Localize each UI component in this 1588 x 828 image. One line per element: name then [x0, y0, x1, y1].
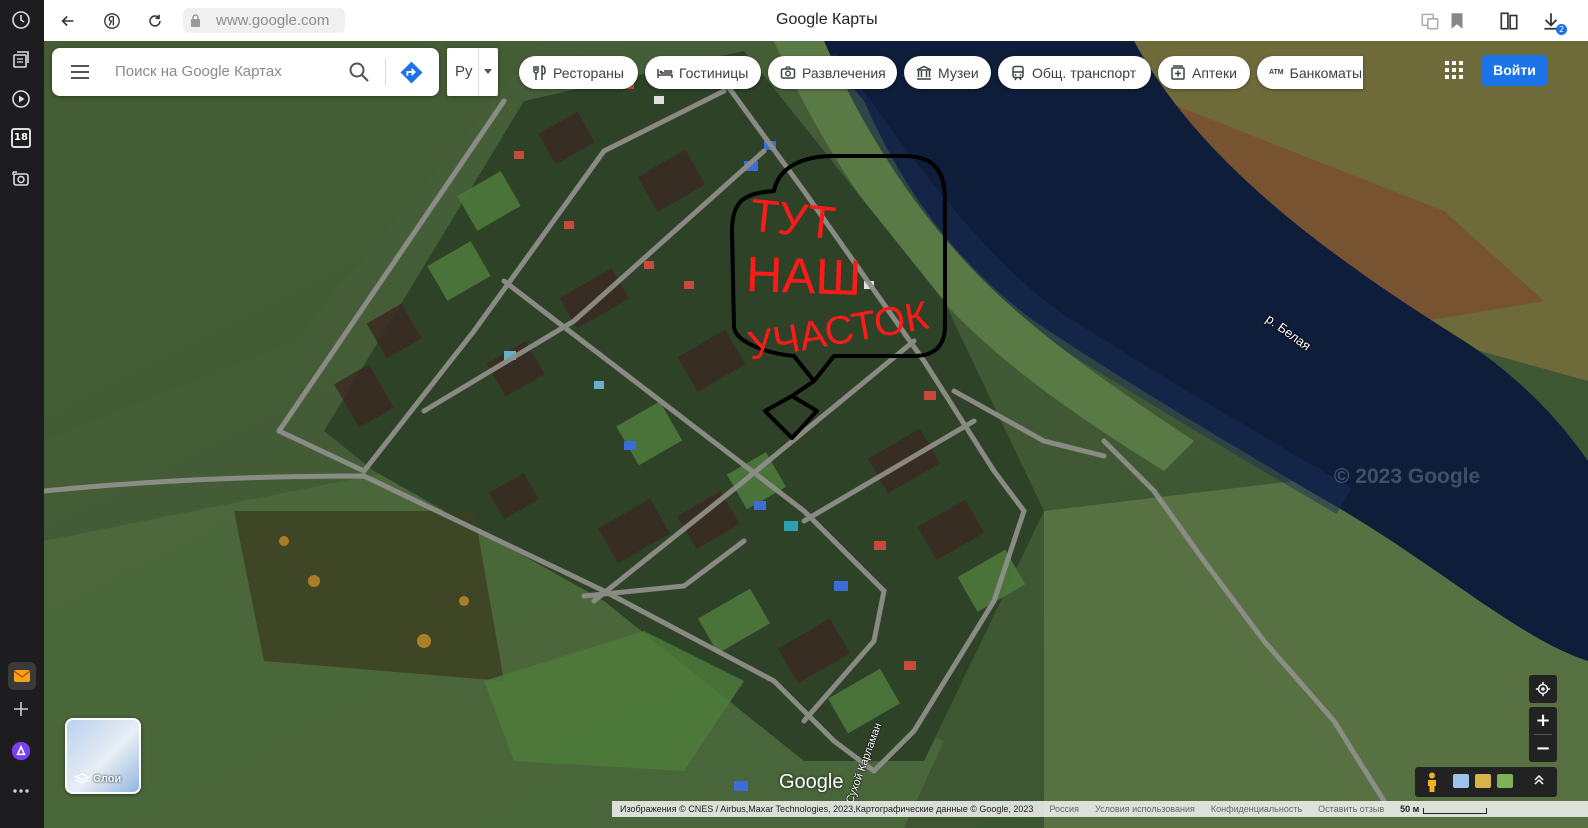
- chip-pharmacies[interactable]: Аптеки: [1158, 56, 1250, 89]
- search-icon[interactable]: [348, 61, 370, 83]
- map-footer: Изображения © CNES / Airbus,Maxar Techno…: [612, 801, 1588, 817]
- search-divider: [385, 58, 386, 86]
- chip-entertainment[interactable]: Развлечения: [768, 56, 897, 89]
- browser-sidebar: 18: [0, 0, 44, 828]
- pegman-icon[interactable]: [1425, 772, 1439, 792]
- collections-icon[interactable]: [1498, 10, 1520, 32]
- annotation-line-1: ТУТ: [748, 189, 838, 250]
- museum-icon: [916, 65, 932, 81]
- video-icon[interactable]: [9, 87, 33, 111]
- atm-icon: ATM: [1269, 69, 1284, 76]
- camera-icon: [780, 65, 796, 81]
- search-input[interactable]: Поиск на Google Картах: [115, 63, 282, 80]
- map-canvas[interactable]: ТУТ НАШ УЧАСТОК р. Белая Сухой Карламан …: [44, 41, 1588, 828]
- language-label: Ру: [455, 63, 473, 80]
- transit-icon: [1010, 65, 1026, 81]
- chip-hotels[interactable]: Гостиницы: [645, 56, 761, 89]
- scale-label[interactable]: 50 м: [1400, 804, 1419, 814]
- layers-button[interactable]: Слои: [65, 718, 141, 794]
- restaurant-icon: [531, 64, 547, 81]
- menu-icon[interactable]: [70, 64, 90, 80]
- chip-museums[interactable]: Музеи: [904, 56, 991, 89]
- alice-icon[interactable]: [9, 739, 33, 763]
- scale-bar: [1423, 807, 1488, 814]
- terms-link[interactable]: Условия использования: [1095, 804, 1195, 814]
- street-view-panel: [1415, 767, 1557, 797]
- chip-label: Рестораны: [553, 64, 624, 81]
- add-icon[interactable]: [9, 697, 33, 721]
- chip-label: Общ. транспорт: [1032, 64, 1137, 81]
- chip-label: Музеи: [938, 64, 979, 81]
- my-location-icon: [1535, 681, 1551, 697]
- chip-label: Гостиницы: [679, 64, 749, 81]
- search-box: Поиск на Google Картах: [52, 48, 439, 96]
- history-icon[interactable]: [9, 8, 33, 32]
- lock-icon: [191, 14, 200, 27]
- chip-transit[interactable]: Общ. транспорт: [998, 56, 1151, 89]
- hotel-icon: [657, 65, 673, 81]
- url-text: www.google.com: [216, 12, 330, 29]
- imagery-watermark: © 2023 Google: [1334, 465, 1481, 488]
- chevron-down-icon: [484, 69, 492, 74]
- feedback-link[interactable]: Оставить отзыв: [1318, 804, 1384, 814]
- thumbnail-satellite[interactable]: [1497, 774, 1513, 788]
- chip-atm[interactable]: ATM Банкоматы: [1257, 56, 1363, 89]
- country-link[interactable]: Россия: [1049, 804, 1079, 814]
- chip-label: Банкоматы: [1289, 64, 1363, 81]
- yandex-icon[interactable]: [99, 8, 125, 34]
- hand-drawn-annotation: ТУТ НАШ УЧАСТОК: [730, 154, 947, 440]
- apps-grid-icon[interactable]: [1444, 60, 1464, 80]
- sign-in-button[interactable]: Войти: [1482, 55, 1547, 86]
- annotation-line-2: НАШ: [745, 246, 862, 306]
- page-title: Google Карты: [776, 11, 878, 28]
- zoom-out-button[interactable]: −: [1529, 735, 1557, 762]
- zoom-in-button[interactable]: +: [1529, 707, 1557, 734]
- zoom-control: + −: [1529, 707, 1557, 762]
- more-icon[interactable]: [9, 779, 33, 803]
- reload-icon[interactable]: [142, 8, 168, 34]
- bookmark-icon[interactable]: [1446, 10, 1468, 32]
- imagery-credit: Изображения © CNES / Airbus,Maxar Techno…: [620, 804, 1034, 814]
- translate-icon[interactable]: [1419, 10, 1441, 32]
- layers-icon: [75, 773, 89, 784]
- calendar-icon[interactable]: 18: [11, 128, 31, 148]
- google-logo: Google: [779, 771, 844, 793]
- tabs-icon[interactable]: [9, 48, 33, 72]
- my-location-button[interactable]: [1529, 675, 1557, 703]
- pharmacy-icon: [1170, 64, 1186, 81]
- browser-toolbar: www.google.com Google Карты 2: [44, 0, 1588, 42]
- back-icon[interactable]: [55, 8, 81, 34]
- thumbnail-terrain[interactable]: [1475, 774, 1491, 788]
- chip-label: Аптеки: [1192, 64, 1237, 81]
- chip-label: Развлечения: [802, 64, 886, 81]
- downloads-badge: 2: [1556, 24, 1567, 35]
- language-selector[interactable]: Ру: [447, 48, 498, 96]
- chevron-up-icon[interactable]: [1533, 774, 1545, 786]
- address-bar[interactable]: www.google.com: [183, 8, 345, 33]
- thumbnail-map[interactable]: [1453, 774, 1469, 788]
- mail-icon[interactable]: [8, 662, 36, 690]
- directions-icon[interactable]: [399, 60, 424, 85]
- layers-label: Слои: [93, 773, 122, 785]
- privacy-link[interactable]: Конфиденциальность: [1211, 804, 1302, 814]
- screenshot-icon[interactable]: [9, 167, 33, 191]
- chip-restaurants[interactable]: Рестораны: [519, 56, 638, 89]
